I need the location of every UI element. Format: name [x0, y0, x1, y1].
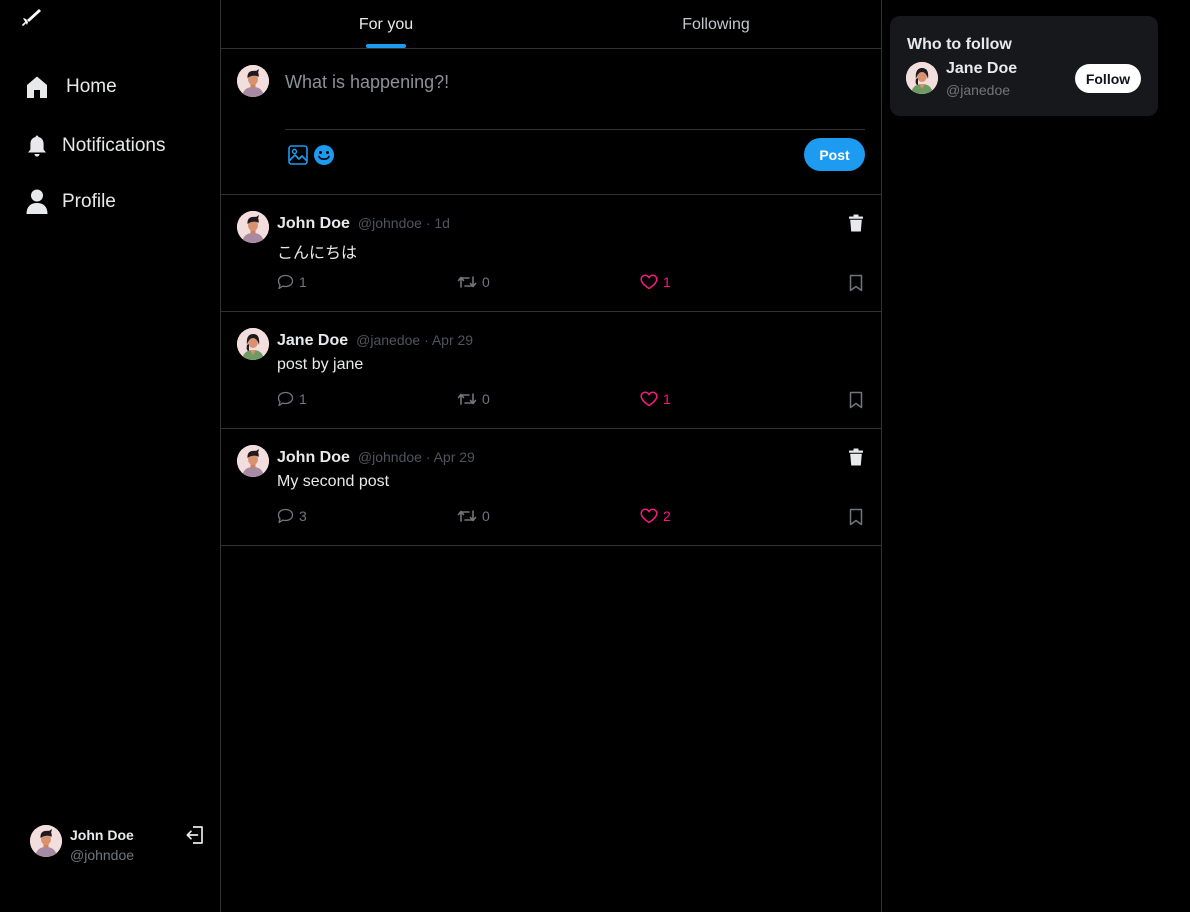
reply-count: 3: [299, 508, 307, 524]
post-meta: @janedoe · Apr 29: [356, 332, 474, 348]
avatar: [237, 445, 269, 477]
repost-action[interactable]: 0: [457, 508, 490, 524]
repost-count: 0: [482, 274, 490, 290]
post-meta: @johndoe · 1d: [357, 215, 450, 231]
post-header: Jane Doe @janedoe · Apr 29: [277, 332, 473, 350]
repost-icon: [457, 510, 477, 522]
like-count: 1: [663, 274, 671, 290]
suggested-user-handle: @janedoe: [946, 82, 1011, 98]
repost-icon: [457, 393, 477, 405]
post-text: こんにちは: [277, 245, 358, 262]
avatar: [237, 65, 269, 97]
like-action[interactable]: 2: [640, 508, 671, 524]
post-header: John Doe @johndoe · Apr 29: [277, 449, 475, 467]
current-user-name: John Doe: [70, 827, 134, 843]
reply-count: 1: [299, 274, 307, 290]
trash-icon[interactable]: [848, 448, 864, 466]
timeline-tabs: For you Following: [221, 0, 881, 49]
quill-icon[interactable]: [20, 6, 44, 30]
compose-input[interactable]: [285, 67, 865, 97]
like-action[interactable]: 1: [640, 274, 671, 290]
sidebar: Home Notifications Profile John Doe @joh…: [0, 0, 221, 912]
heart-icon: [640, 391, 658, 407]
nav-profile[interactable]: Profile: [24, 189, 116, 215]
who-to-follow-panel: Who to follow Jane Doe @janedoe Follow: [890, 16, 1158, 116]
avatar: [237, 211, 269, 243]
reply-action[interactable]: 3: [277, 508, 307, 524]
reply-icon: [277, 508, 294, 524]
post-item[interactable]: John Doe @johndoe · 1d こんにちは 1 0 1: [221, 195, 881, 312]
avatar: [30, 825, 62, 857]
post-author-name[interactable]: John Doe: [277, 215, 350, 233]
repost-action[interactable]: 0: [457, 391, 490, 407]
suggested-user-name[interactable]: Jane Doe: [946, 60, 1017, 78]
who-to-follow-title: Who to follow: [907, 36, 1012, 53]
avatar[interactable]: [906, 62, 938, 94]
bookmark-icon[interactable]: [849, 508, 863, 526]
like-action[interactable]: 1: [640, 391, 671, 407]
user-icon: [24, 189, 50, 215]
tab-for-you[interactable]: For you: [221, 0, 551, 48]
app-root: Home Notifications Profile John Doe @joh…: [0, 0, 1190, 912]
reply-icon: [277, 274, 294, 290]
avatar: [237, 328, 269, 360]
reply-icon: [277, 391, 294, 407]
image-icon[interactable]: [287, 144, 309, 166]
bell-icon: [24, 133, 50, 159]
reply-action[interactable]: 1: [277, 391, 307, 407]
nav-home-label: Home: [66, 76, 117, 97]
repost-action[interactable]: 0: [457, 274, 490, 290]
nav-notifications-label: Notifications: [62, 135, 166, 156]
current-user-card[interactable]: John Doe @johndoe: [30, 825, 210, 863]
reply-count: 1: [299, 391, 307, 407]
current-user-handle: @johndoe: [70, 847, 135, 863]
post-item[interactable]: John Doe @johndoe · Apr 29 My second pos…: [221, 429, 881, 546]
logout-icon[interactable]: [185, 825, 207, 847]
post-item[interactable]: Jane Doe @janedoe · Apr 29 post by jane …: [221, 312, 881, 429]
nav-notifications[interactable]: Notifications: [24, 133, 166, 159]
like-count: 1: [663, 391, 671, 407]
tab-following[interactable]: Following: [551, 0, 881, 48]
repost-count: 0: [482, 508, 490, 524]
post-button[interactable]: Post: [804, 138, 865, 171]
main-timeline: For you Following What is happening?! Po…: [221, 0, 882, 912]
follow-button[interactable]: Follow: [1075, 64, 1141, 93]
heart-icon: [640, 508, 658, 524]
post-meta: @johndoe · Apr 29: [357, 449, 475, 465]
post-author-name[interactable]: Jane Doe: [277, 332, 348, 350]
home-icon: [24, 74, 50, 100]
post-text: post by jane: [277, 356, 364, 373]
post-header: John Doe @johndoe · 1d: [277, 215, 450, 233]
bookmark-icon[interactable]: [849, 391, 863, 409]
nav-profile-label: Profile: [62, 191, 116, 212]
nav-home[interactable]: Home: [24, 74, 117, 100]
post-composer: Post: [221, 49, 881, 195]
divider: [285, 129, 865, 130]
repost-count: 0: [482, 391, 490, 407]
heart-icon: [640, 274, 658, 290]
emoji-icon[interactable]: [313, 144, 335, 166]
post-text: My second post: [277, 473, 390, 490]
bookmark-icon[interactable]: [849, 274, 863, 292]
reply-action[interactable]: 1: [277, 274, 307, 290]
repost-icon: [457, 276, 477, 288]
trash-icon[interactable]: [848, 214, 864, 232]
active-tab-indicator: [366, 44, 406, 48]
post-author-name[interactable]: John Doe: [277, 449, 350, 467]
like-count: 2: [663, 508, 671, 524]
